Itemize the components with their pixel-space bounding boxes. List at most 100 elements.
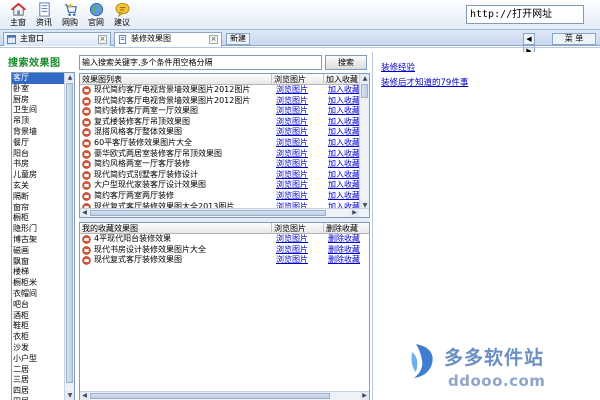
search-button[interactable]: 搜索 [325,55,367,70]
category-item[interactable]: 小户型 [12,354,65,365]
results-scrollbar[interactable]: ▲ ▼ [359,74,369,210]
list-item[interactable]: 4平现代阳台装修效果 浏览图片 删除收藏 [80,234,361,245]
menu-button[interactable]: 菜 单 [552,33,596,45]
results-column-view[interactable]: 浏览图片 [272,74,324,85]
category-item[interactable]: 橱柜 [12,213,65,224]
news-button[interactable]: 资讯 [31,2,57,29]
list-item[interactable]: 简约装修客厅两室一厅效果图 浏览图片 加入收藏 [80,106,361,117]
view-image-link[interactable]: 浏览图片 [276,159,308,170]
scroll-left-icon[interactable]: ◀ [80,209,89,217]
favorites-column-delete[interactable]: 删除收藏 [324,223,369,234]
results-column-title[interactable]: 效果图列表 [80,74,272,85]
view-image-link[interactable]: 浏览图片 [276,149,308,160]
category-item[interactable]: 客厅 [12,73,65,84]
scroll-thumb[interactable] [66,83,73,383]
scroll-down-icon[interactable]: ▼ [65,391,74,400]
view-image-link[interactable]: 浏览图片 [276,138,308,149]
scroll-right-icon[interactable]: ▶ [360,392,369,400]
scroll-thumb[interactable] [361,84,368,98]
scroll-up-icon[interactable]: ▲ [360,74,369,83]
list-item[interactable]: 复式楼装修客厅吊顶效果图 浏览图片 加入收藏 [80,117,361,128]
category-item[interactable]: 窗帘 [12,203,65,214]
scroll-left-icon[interactable]: ◀ [80,392,89,400]
add-favorite-link[interactable]: 加入收藏 [328,170,360,181]
link-decoration-experience[interactable]: 装修经验 [381,61,415,73]
category-item[interactable]: 楼梯 [12,267,65,278]
new-tab-button[interactable]: 新建 [226,33,250,45]
list-item[interactable]: 现代简约式别墅客厅装修设计 浏览图片 加入收藏 [80,170,361,181]
category-item[interactable]: 四居 [12,386,65,397]
close-icon[interactable]: × [209,35,218,44]
add-favorite-link[interactable]: 加入收藏 [328,180,360,191]
scroll-up-icon[interactable]: ▲ [65,73,74,82]
list-item[interactable]: 大户型现代家装客厅设计效果图 浏览图片 加入收藏 [80,180,361,191]
view-image-link[interactable]: 浏览图片 [276,191,308,202]
view-image-link[interactable]: 浏览图片 [276,255,308,266]
category-item[interactable]: 阳台 [12,149,65,160]
category-item[interactable]: 卧室 [12,84,65,95]
view-image-link[interactable]: 浏览图片 [276,117,308,128]
scroll-right-icon[interactable]: ▶ [350,209,359,217]
delete-favorite-link[interactable]: 删除收藏 [328,234,360,245]
results-hscrollbar[interactable]: ◀ ▶ [80,208,369,217]
list-item[interactable]: 现代复式客厅装修效果图 浏览图片 删除收藏 [80,255,361,266]
add-favorite-link[interactable]: 加入收藏 [328,159,360,170]
category-item[interactable]: 磁画 [12,246,65,257]
add-favorite-link[interactable]: 加入收藏 [328,149,360,160]
favorites-hscrollbar[interactable]: ◀ ▶ [80,391,369,400]
close-icon[interactable]: × [98,35,107,44]
category-item[interactable]: 飘窗 [12,257,65,268]
home-button[interactable]: 主窗 [5,2,31,29]
category-scrollbar[interactable]: ▲ ▼ [64,73,74,400]
add-favorite-link[interactable]: 加入收藏 [328,191,360,202]
address-input[interactable]: http://打开网址 [466,5,584,24]
link-79-things[interactable]: 装修后才知道的79件事 [381,76,468,88]
category-item[interactable]: 鞋柜 [12,321,65,332]
category-item[interactable]: 吊顶 [12,116,65,127]
category-item[interactable]: 二居 [12,365,65,376]
list-item[interactable]: 现代简约客厅电视背景墙效果图片2012图片 浏览图片 加入收藏 [80,96,361,107]
list-item[interactable]: 简约风格两室一厅客厅装修 浏览图片 加入收藏 [80,159,361,170]
view-image-link[interactable]: 浏览图片 [276,234,308,245]
hscroll-thumb[interactable] [90,210,326,216]
category-item[interactable]: 书房 [12,159,65,170]
results-column-favorite[interactable]: 加入收藏 [324,74,362,85]
view-image-link[interactable]: 浏览图片 [276,106,308,117]
list-item[interactable]: 混搭风格客厅整体效果图 浏览图片 加入收藏 [80,127,361,138]
add-favorite-link[interactable]: 加入收藏 [328,85,360,96]
favorites-column-title[interactable]: 我的收藏效果图 [80,223,272,234]
search-input[interactable]: 输入搜索关键字,多个条件用空格分隔 [79,55,322,70]
view-image-link[interactable]: 浏览图片 [276,127,308,138]
list-item[interactable]: 豪华欧式两居室装修客厅吊顶效果图 浏览图片 加入收藏 [80,149,361,160]
feedback-button[interactable]: 建议 [109,2,135,29]
category-item[interactable]: 橱柜米 [12,278,65,289]
category-item[interactable]: 博古架 [12,235,65,246]
shopping-button[interactable]: 网购 [57,2,83,29]
category-item[interactable]: 隔断 [12,192,65,203]
list-item[interactable]: 60平客厅装修效果图片大全 浏览图片 加入收藏 [80,138,361,149]
category-item[interactable]: 玄关 [12,181,65,192]
category-item[interactable]: 餐厅 [12,138,65,149]
category-item[interactable]: 衣柜 [12,332,65,343]
category-item[interactable]: 背景墙 [12,127,65,138]
category-item[interactable]: 儿童房 [12,170,65,181]
category-item[interactable]: 衣帽间 [12,289,65,300]
category-item[interactable]: 吧台 [12,300,65,311]
view-image-link[interactable]: 浏览图片 [276,180,308,191]
tab-decoration-effects[interactable]: 装修效果图 × [114,32,222,47]
add-favorite-link[interactable]: 加入收藏 [328,138,360,149]
category-item[interactable]: 隐形门 [12,224,65,235]
view-image-link[interactable]: 浏览图片 [276,245,308,256]
favorites-column-view[interactable]: 浏览图片 [272,223,324,234]
category-item[interactable]: 酒柜 [12,311,65,322]
view-image-link[interactable]: 浏览图片 [276,96,308,107]
tab-scroll-left-button[interactable]: ◀ [523,33,535,45]
category-item[interactable]: 厨房 [12,95,65,106]
view-image-link[interactable]: 浏览图片 [276,85,308,96]
category-item[interactable]: 卫生间 [12,105,65,116]
tab-main-window[interactable]: 主窗口 × [3,32,111,46]
list-item[interactable]: 简约客厅两室两厅装修 浏览图片 加入收藏 [80,191,361,202]
add-favorite-link[interactable]: 加入收藏 [328,106,360,117]
website-button[interactable]: 官网 [83,2,109,29]
hscroll-thumb[interactable] [90,393,330,399]
